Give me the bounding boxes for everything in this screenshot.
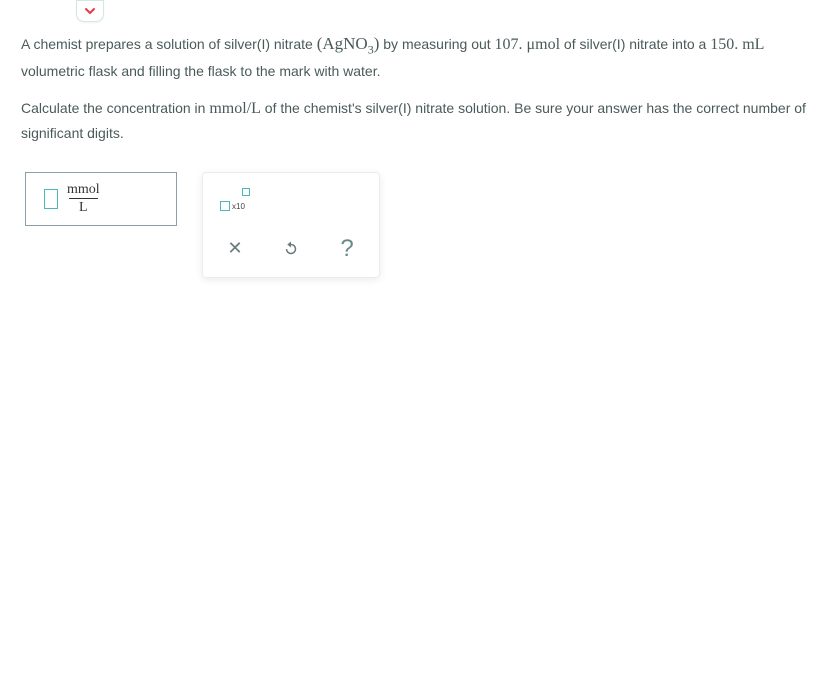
question-paragraph-2: Calculate the concentration in mmol/L of… — [21, 96, 817, 144]
scientific-notation-icon: x10 — [220, 188, 250, 214]
answer-input-box[interactable]: mmol L — [25, 172, 177, 226]
scientific-notation-button[interactable]: x10 — [209, 179, 261, 223]
x-icon: ✕ — [227, 238, 242, 259]
help-icon: ? — [340, 235, 353, 263]
answer-area: mmol L x10 ✕ — [21, 172, 817, 278]
unit-numerator: mmol — [65, 182, 102, 198]
clear-button[interactable]: ✕ — [209, 227, 261, 271]
question-container: A chemist prepares a solution of silver(… — [0, 0, 838, 278]
unit-denominator: L — [69, 198, 98, 215]
question-text: A chemist prepares a solution of silver(… — [21, 30, 817, 144]
unit-fraction: mmol L — [65, 182, 102, 216]
reset-button[interactable] — [265, 227, 317, 271]
chevron-down-icon — [84, 5, 96, 17]
reset-icon — [282, 240, 300, 258]
numeric-input-placeholder[interactable] — [44, 189, 58, 209]
answer-toolbox: x10 ✕ ? — [202, 172, 380, 278]
question-paragraph-1: A chemist prepares a solution of silver(… — [21, 30, 817, 82]
help-button[interactable]: ? — [321, 227, 373, 271]
expand-toggle-button[interactable] — [76, 0, 104, 22]
